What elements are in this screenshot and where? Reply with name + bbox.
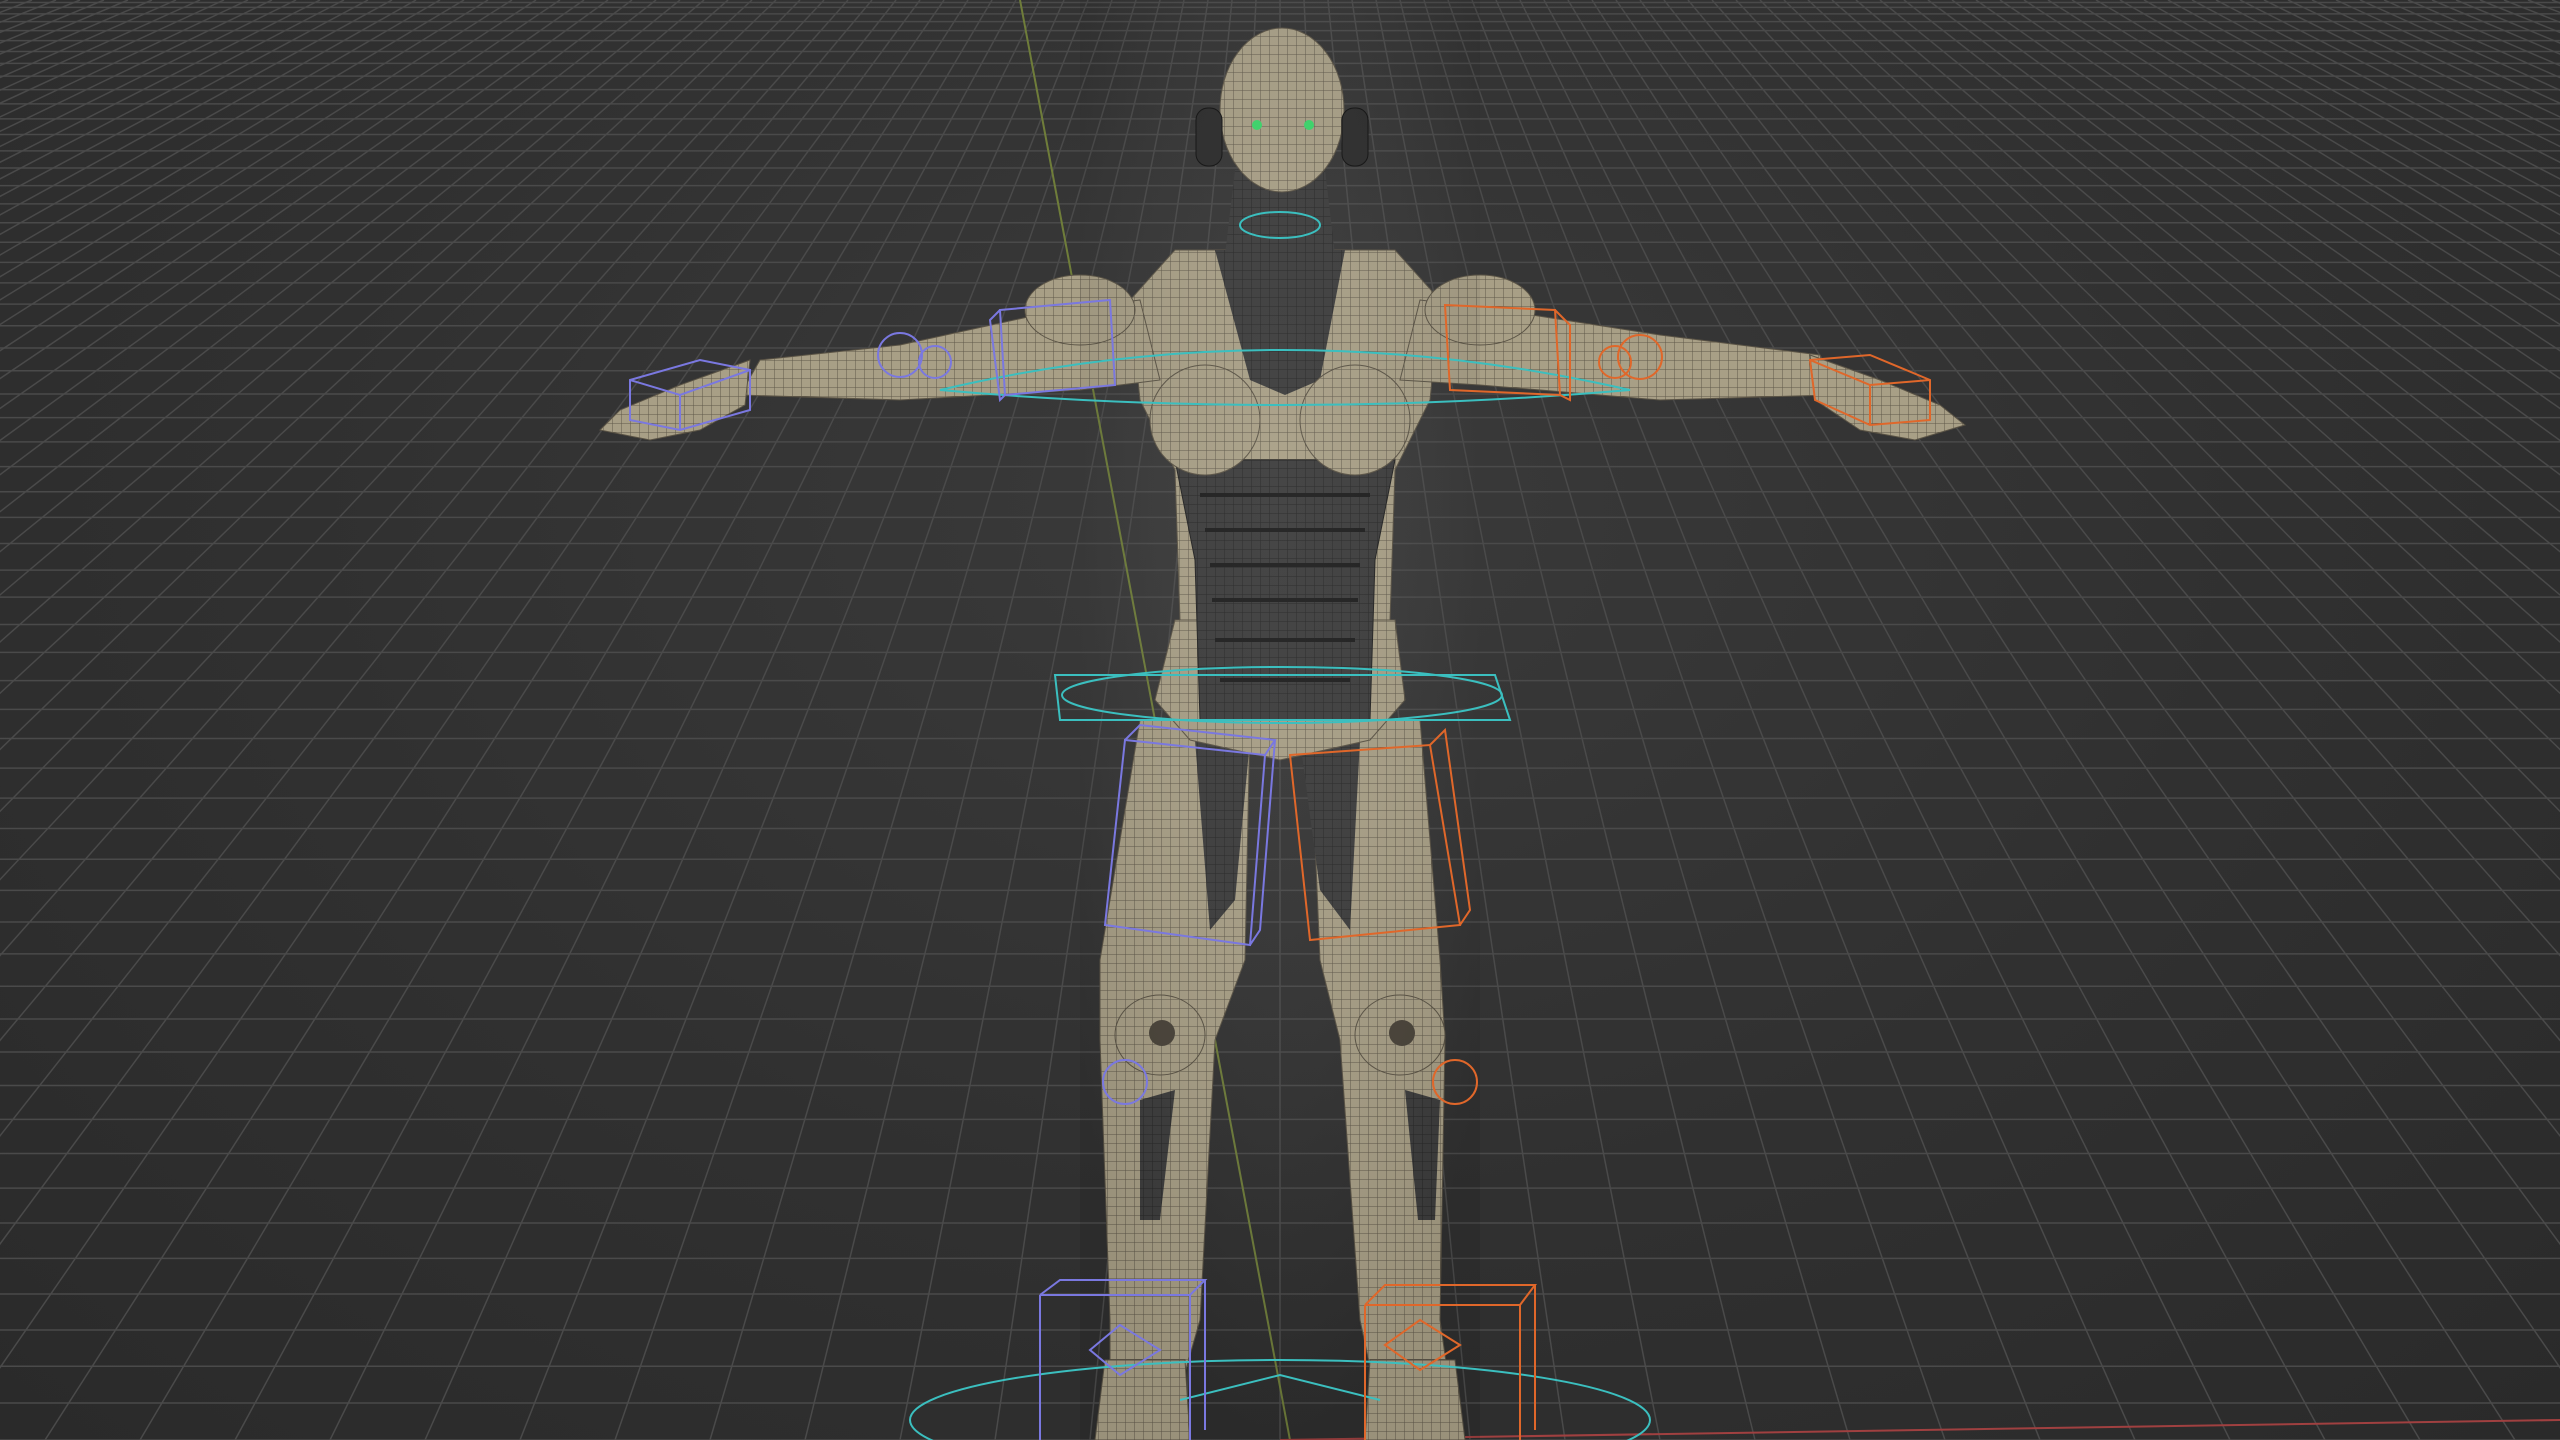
grid-line bbox=[234, 0, 1017, 1440]
grid-line bbox=[0, 0, 33, 14]
grid-line bbox=[1711, 0, 2560, 957]
grid-line bbox=[0, 0, 297, 148]
grid-line bbox=[1975, 0, 2560, 410]
grid-line bbox=[0, 0, 729, 643]
grid-line bbox=[2263, 0, 2560, 148]
grid-line bbox=[1759, 0, 2560, 813]
grid-line bbox=[1519, 0, 2231, 1440]
grid-line bbox=[0, 0, 465, 278]
grid-line bbox=[2551, 0, 2560, 4]
grid-line bbox=[1807, 0, 2560, 695]
grid-line bbox=[44, 0, 969, 1440]
grid-line bbox=[1639, 0, 2560, 1246]
grid-line bbox=[1735, 0, 2560, 881]
grid-line bbox=[0, 0, 57, 24]
grid-line bbox=[2239, 0, 2560, 164]
grid-line bbox=[0, 0, 249, 118]
grid-line bbox=[0, 0, 585, 410]
grid-line bbox=[0, 0, 561, 380]
grid-line bbox=[0, 0, 441, 256]
grid-line bbox=[2311, 0, 2560, 118]
grid-line bbox=[1615, 0, 2560, 1369]
grid-line bbox=[1591, 0, 2516, 1440]
grid-line bbox=[1471, 0, 2041, 1440]
grid-line bbox=[0, 0, 633, 476]
grid-line bbox=[0, 0, 945, 1369]
grid-line bbox=[2527, 0, 2560, 14]
grid-line bbox=[2047, 0, 2560, 326]
grid-line bbox=[2167, 0, 2560, 216]
grid-line bbox=[2503, 0, 2560, 24]
grid-line bbox=[0, 0, 513, 326]
grid-line bbox=[0, 0, 393, 216]
grid-line bbox=[1927, 0, 2560, 476]
grid-line bbox=[0, 0, 9, 4]
grid-line bbox=[424, 0, 1065, 1440]
grid-line bbox=[0, 0, 321, 164]
grid-line bbox=[2407, 0, 2560, 67]
grid-line bbox=[0, 0, 753, 695]
grid-line bbox=[0, 0, 129, 55]
grid-line bbox=[1831, 0, 2560, 643]
grid-line bbox=[329, 0, 1041, 1440]
grid-line bbox=[0, 0, 801, 813]
grid-line bbox=[1543, 0, 2326, 1440]
right-hand bbox=[1809, 354, 1967, 441]
grid-line bbox=[2095, 0, 2560, 278]
grid-line bbox=[1495, 0, 2136, 1440]
grid-line bbox=[0, 0, 825, 881]
grid-line bbox=[2119, 0, 2560, 256]
grid-line bbox=[0, 0, 921, 1246]
grid-line bbox=[0, 0, 849, 957]
grid-line bbox=[2431, 0, 2560, 55]
grid-line bbox=[519, 0, 1089, 1440]
grid-line bbox=[1999, 0, 2560, 380]
grid-line bbox=[0, 0, 153, 67]
3d-viewport[interactable] bbox=[0, 0, 2560, 1440]
viewport-canvas[interactable] bbox=[0, 0, 2560, 1440]
